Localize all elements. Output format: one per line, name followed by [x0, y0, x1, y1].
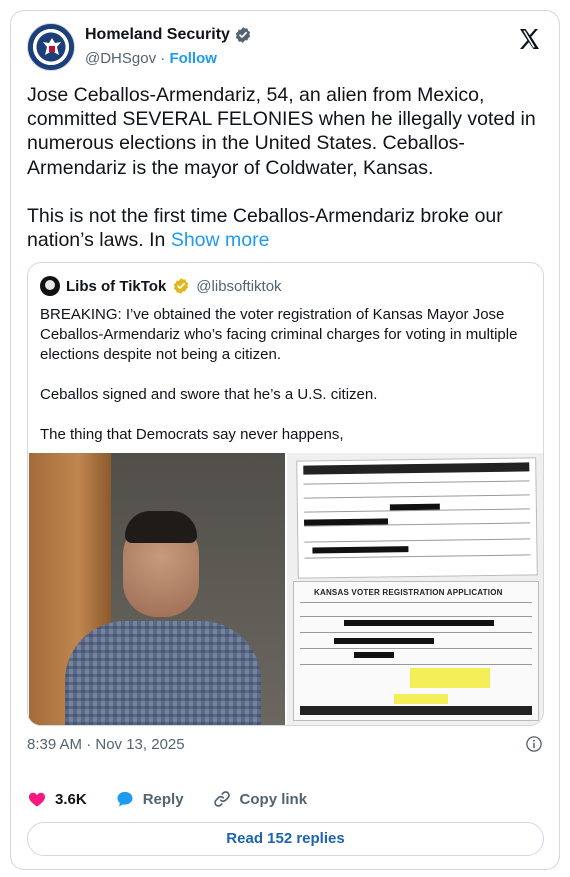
like-button[interactable]: 3.6K	[27, 789, 87, 809]
voter-registration-photo[interactable]: KANSAS VOTER REGISTRATION APPLICATION	[287, 453, 543, 725]
separator-dot: ·	[160, 50, 166, 67]
registration-form-top	[296, 457, 538, 579]
tweet-actions: 3.6K Reply Copy link	[27, 789, 307, 809]
heart-icon	[28, 792, 46, 807]
author-display-name[interactable]: Homeland Security	[85, 25, 230, 45]
tweet-header: Homeland Security @DHSgov · Follow	[27, 23, 543, 73]
read-replies-button[interactable]: Read 152 replies	[27, 822, 544, 856]
form-title: KANSAS VOTER REGISTRATION APPLICATION	[314, 588, 503, 597]
copy-link-button[interactable]: Copy link	[212, 789, 308, 809]
quoted-author-name: Libs of TikTok	[66, 277, 167, 295]
quoted-tweet[interactable]: Libs of TikTok @libsoftiktok BREAKING: I…	[27, 262, 544, 726]
tweet-card: Homeland Security @DHSgov · Follow Jose …	[10, 10, 560, 870]
tweet-text: Jose Ceballos-Armendariz, 54, an alien f…	[27, 83, 547, 276]
like-count: 3.6K	[55, 790, 87, 808]
show-more-link[interactable]: Show more	[171, 229, 270, 251]
copy-link-label: Copy link	[239, 790, 308, 808]
reply-label: Reply	[142, 790, 184, 808]
quoted-paragraph: Ceballos signed and swore that he’s a U.…	[40, 386, 378, 403]
gold-verified-badge-icon	[174, 278, 189, 294]
quoted-paragraph: The thing that Democrats say never happe…	[40, 426, 344, 443]
reply-button[interactable]: Reply	[115, 789, 184, 809]
mayor-photo[interactable]	[29, 453, 285, 725]
info-icon[interactable]	[525, 735, 543, 753]
follow-button[interactable]: Follow	[169, 50, 217, 67]
quoted-author-handle: @libsoftiktok	[196, 277, 282, 295]
quoted-tweet-header: Libs of TikTok @libsoftiktok	[40, 275, 282, 297]
registration-form-bottom: KANSAS VOTER REGISTRATION APPLICATION	[293, 581, 539, 721]
reply-bubble-icon	[117, 791, 133, 807]
dhs-seal-avatar[interactable]	[27, 23, 75, 71]
tweet-paragraph: Jose Ceballos-Armendariz, 54, an alien f…	[27, 84, 536, 179]
tweet-timestamp[interactable]: 8:39 AM · Nov 13, 2025	[27, 736, 185, 753]
quoted-avatar	[40, 276, 60, 296]
x-logo-icon[interactable]	[517, 27, 541, 51]
author-handle[interactable]: @DHSgov	[85, 50, 156, 67]
quoted-text: BREAKING: I’ve obtained the voter regist…	[40, 305, 535, 465]
author-names: Homeland Security @DHSgov · Follow	[85, 25, 252, 70]
link-icon	[213, 791, 230, 807]
eagle-icon	[43, 38, 61, 55]
quoted-paragraph: BREAKING: I’ve obtained the voter regist…	[40, 306, 518, 363]
verified-badge-icon	[235, 27, 251, 43]
